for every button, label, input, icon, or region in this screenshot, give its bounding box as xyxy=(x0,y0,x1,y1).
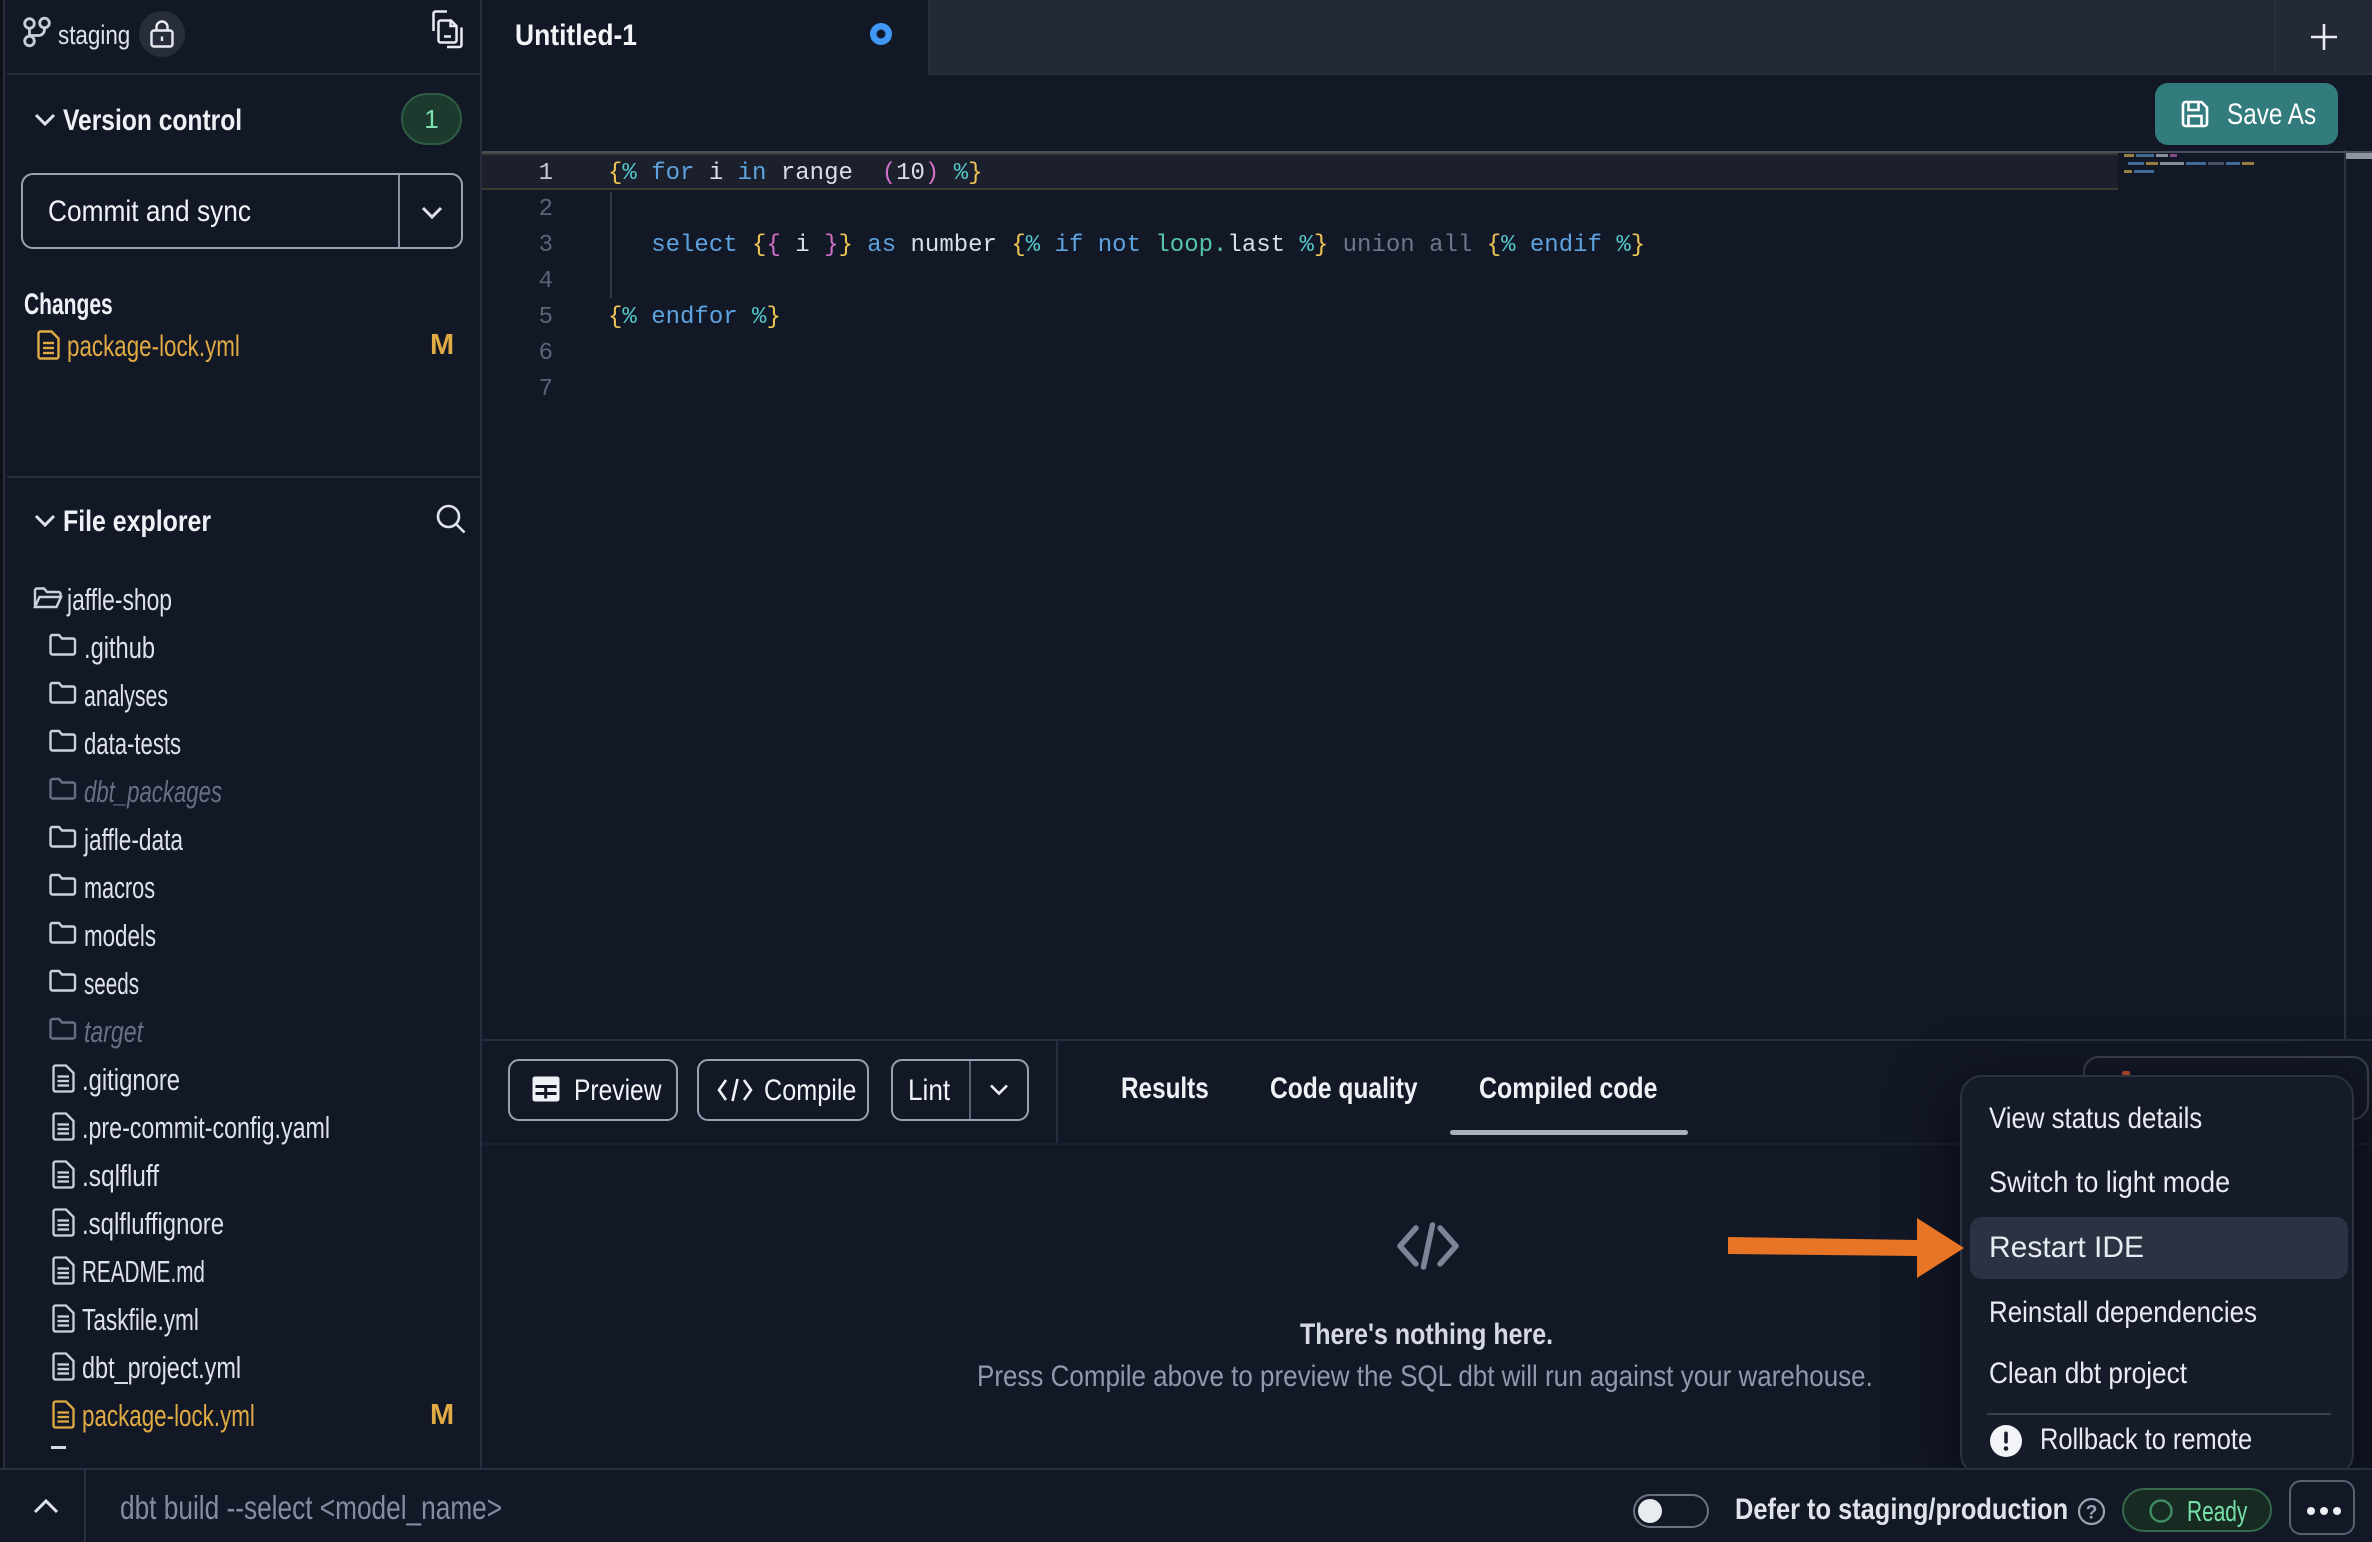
svg-text:?: ? xyxy=(2086,1503,2098,1524)
